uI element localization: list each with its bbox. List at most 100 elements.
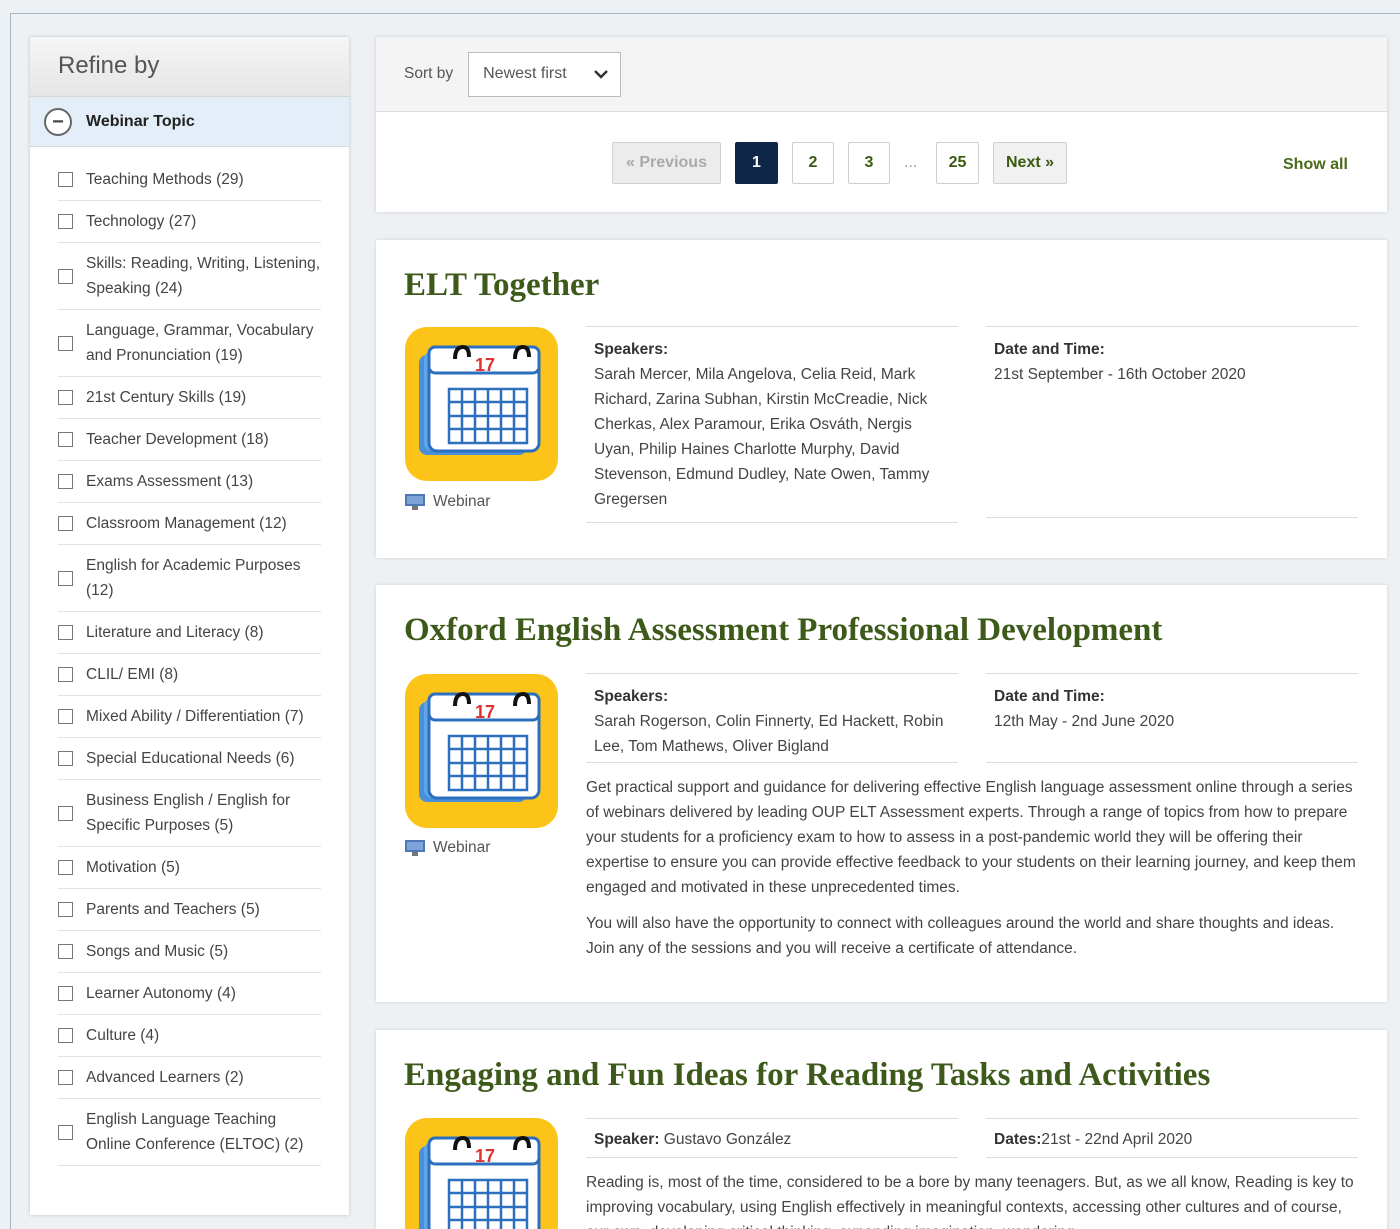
topic-filter-item[interactable]: Parents and Teachers (5) — [58, 889, 321, 931]
webinar-tag: Webinar — [405, 839, 490, 857]
filter-label: Advanced Learners (2) — [86, 1069, 244, 1086]
filter-label: Skills: Reading, Writing, Listening, Spe… — [86, 255, 321, 297]
topic-filter-item[interactable]: Skills: Reading, Writing, Listening, Spe… — [58, 243, 321, 310]
filter-label: Technology (27) — [86, 213, 197, 230]
filter-checkbox[interactable] — [58, 1028, 73, 1043]
topic-header-label: Webinar Topic — [86, 112, 195, 130]
page-3-button[interactable]: 3 — [848, 142, 890, 184]
topic-filter-item[interactable]: Special Educational Needs (6) — [58, 738, 321, 780]
topic-filter-item[interactable]: Learner Autonomy (4) — [58, 973, 321, 1015]
date-label: Dates: — [994, 1131, 1042, 1148]
topic-filter-item[interactable]: Teaching Methods (29) — [58, 159, 321, 201]
webinar-card: ELT Together 17 Webinar Speakers: Sarah … — [376, 240, 1387, 558]
topic-filter-list: Teaching Methods (29) Technology (27) Skil… — [30, 147, 349, 1166]
collapse-minus-icon[interactable]: − — [44, 107, 72, 136]
calendar-icon: 17 — [405, 327, 558, 481]
show-all-link[interactable]: Show all — [1283, 156, 1348, 174]
topic-filter-item[interactable]: English Language Teaching Online Confere… — [58, 1099, 321, 1166]
filter-checkbox[interactable] — [58, 805, 73, 821]
filter-checkbox[interactable] — [58, 944, 73, 959]
page-1-button[interactable]: 1 — [735, 142, 778, 184]
speaker-label: Speaker: — [594, 1131, 660, 1148]
topic-filter-item[interactable]: 21st Century Skills (19) — [58, 377, 321, 419]
speakers-column: Speakers: Sarah Mercer, Mila Angelova, C… — [586, 326, 958, 523]
filter-checkbox[interactable] — [58, 172, 73, 187]
topic-filter-item[interactable]: Motivation (5) — [58, 847, 321, 889]
sort-select[interactable]: Newest first — [468, 51, 622, 97]
speakers-value: Sarah Rogerson, Colin Finnerty, Ed Hacke… — [594, 713, 944, 755]
filter-label: Business English / English for Specific … — [86, 792, 291, 834]
webinar-card: Engaging and Fun Ideas for Reading Tasks… — [376, 1030, 1387, 1229]
speaker-value: Gustavo González — [663, 1131, 792, 1148]
webinar-card: Oxford English Assessment Professional D… — [376, 585, 1387, 1002]
topic-filter-item[interactable]: English for Academic Purposes (12) — [58, 545, 321, 612]
filter-checkbox[interactable] — [58, 474, 73, 489]
filter-checkbox[interactable] — [58, 751, 73, 766]
filter-checkbox[interactable] — [58, 986, 73, 1001]
topic-filter-item[interactable]: Business English / English for Specific … — [58, 780, 321, 847]
monitor-icon — [405, 494, 425, 510]
filter-checkbox[interactable] — [58, 709, 73, 724]
topic-filter-item[interactable]: Advanced Learners (2) — [58, 1057, 321, 1099]
webinar-tag: Webinar — [405, 493, 490, 511]
speakers-value: Sarah Mercer, Mila Angelova, Celia Reid,… — [594, 366, 930, 508]
refine-sidebar: Refine by − Webinar Topic Teaching Metho… — [30, 37, 349, 1215]
topic-filter-item[interactable]: Literature and Literacy (8) — [58, 612, 321, 654]
topic-filter-item[interactable]: Teacher Development (18) — [58, 419, 321, 461]
card-title[interactable]: Oxford English Assessment Professional D… — [404, 612, 1162, 649]
date-label: Date and Time: — [994, 688, 1105, 705]
calendar-number: 17 — [475, 1146, 495, 1166]
next-page-button[interactable]: Next » — [993, 142, 1067, 184]
webinar-topic-toggle[interactable]: − Webinar Topic — [30, 97, 349, 147]
date-column: Dates:21st - 22nd April 2020 — [986, 1118, 1358, 1158]
card-title[interactable]: ELT Together — [404, 267, 599, 304]
sort-row: Sort by Newest first — [376, 37, 1387, 112]
filter-checkbox[interactable] — [58, 902, 73, 917]
filter-checkbox[interactable] — [58, 516, 73, 531]
speaker-column: Speaker: Gustavo González — [586, 1118, 958, 1158]
filter-checkbox[interactable] — [58, 432, 73, 447]
previous-page-button[interactable]: « Previous — [612, 142, 721, 184]
filter-label: Mixed Ability / Differentiation (7) — [86, 708, 304, 725]
filter-checkbox[interactable] — [58, 860, 73, 875]
chevron-down-icon — [594, 70, 608, 79]
filter-checkbox[interactable] — [58, 214, 73, 229]
topic-filter-item[interactable]: Mixed Ability / Differentiation (7) — [58, 696, 321, 738]
filter-checkbox[interactable] — [58, 268, 73, 284]
topic-filter-item[interactable]: Language, Grammar, Vocabulary and Pronun… — [58, 310, 321, 377]
topic-filter-item[interactable]: Exams Assessment (13) — [58, 461, 321, 503]
filter-checkbox[interactable] — [58, 625, 73, 640]
page-2-button[interactable]: 2 — [792, 142, 834, 184]
topic-filter-item[interactable]: Culture (4) — [58, 1015, 321, 1057]
sort-selected-value: Newest first — [483, 65, 567, 82]
card-description: Reading is, most of the time, considered… — [586, 1174, 1354, 1229]
filter-checkbox[interactable] — [58, 1124, 73, 1140]
card-title[interactable]: Engaging and Fun Ideas for Reading Tasks… — [404, 1057, 1210, 1094]
pagination: « Previous 1 2 3 ... 25 Next » Show all — [376, 112, 1387, 212]
topic-filter-item[interactable]: Technology (27) — [58, 201, 321, 243]
filter-checkbox[interactable] — [58, 335, 73, 351]
filter-checkbox[interactable] — [58, 667, 73, 682]
topic-filter-item[interactable]: CLIL/ EMI (8) — [58, 654, 321, 696]
page-25-button[interactable]: 25 — [936, 142, 979, 184]
webinar-tag-label: Webinar — [433, 839, 491, 856]
webinar-tag-label: Webinar — [433, 493, 491, 510]
topic-filter-item[interactable]: Classroom Management (12) — [58, 503, 321, 545]
filter-label: Teaching Methods (29) — [86, 171, 244, 188]
card-description-2: You will also have the opportunity to co… — [586, 915, 1335, 957]
date-value: 12th May - 2nd June 2020 — [994, 713, 1175, 730]
filter-checkbox[interactable] — [58, 570, 73, 586]
filter-label: English for Academic Purposes (12) — [86, 557, 301, 599]
filter-checkbox[interactable] — [58, 1070, 73, 1085]
filter-label: CLIL/ EMI (8) — [86, 666, 179, 683]
calendar-icon: 17 — [405, 674, 558, 828]
filter-checkbox[interactable] — [58, 390, 73, 405]
filter-label: Classroom Management (12) — [86, 515, 287, 532]
sort-pagination-panel: Sort by Newest first « Previous 1 2 3 ..… — [376, 37, 1387, 212]
calendar-number: 17 — [475, 702, 495, 722]
topic-filter-item[interactable]: Songs and Music (5) — [58, 931, 321, 973]
filter-label: Exams Assessment (13) — [86, 473, 254, 490]
refine-title: Refine by — [30, 37, 349, 97]
filter-label: English Language Teaching Online Confere… — [86, 1111, 304, 1153]
calendar-number: 17 — [475, 355, 495, 375]
